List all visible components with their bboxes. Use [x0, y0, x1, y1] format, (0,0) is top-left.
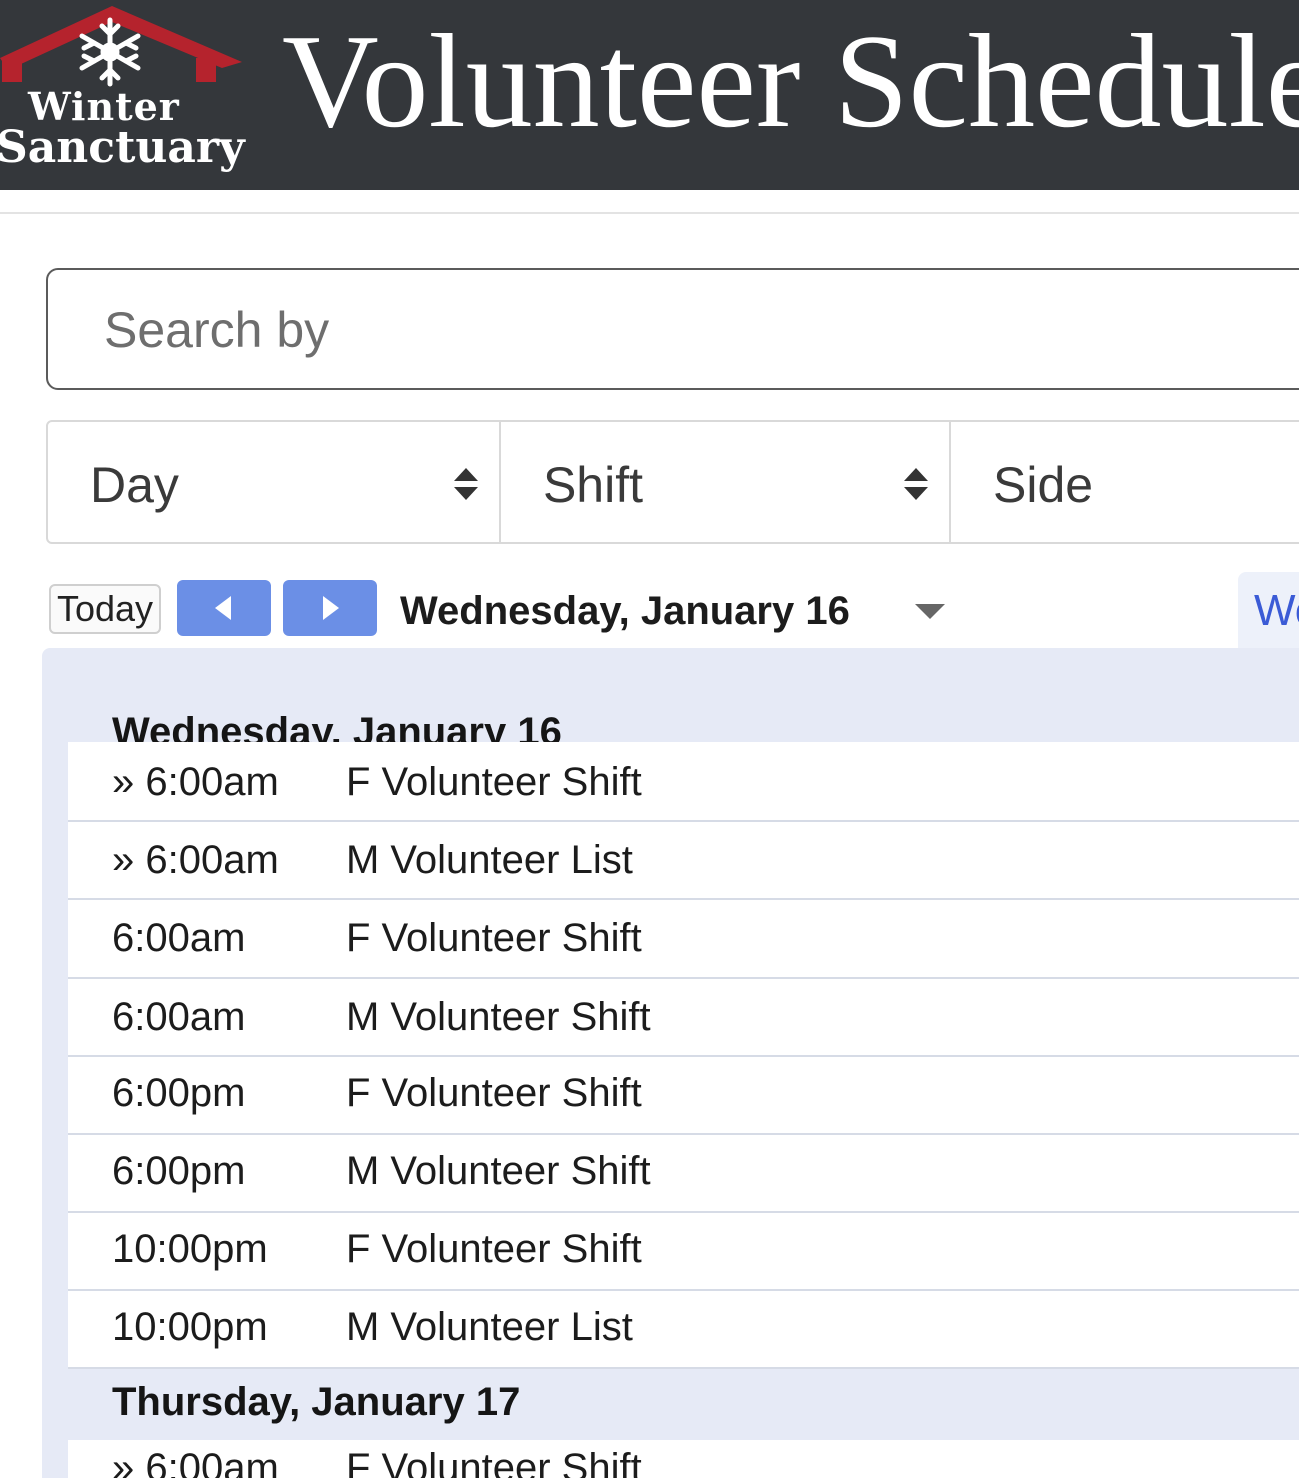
- sort-by-side[interactable]: Side: [951, 422, 1299, 542]
- event-row[interactable]: 6:00pm M Volunteer Shift: [68, 1135, 1299, 1213]
- event-time: 6:00pm: [112, 1149, 246, 1193]
- agenda-list: Wednesday, January 16 » 6:00am F Volunte…: [42, 648, 1299, 1478]
- event-row[interactable]: » 6:00am F Volunteer Shift: [68, 1440, 1299, 1478]
- previous-button[interactable]: [177, 580, 271, 636]
- event-time: » 6:00am: [112, 760, 279, 804]
- tab-week[interactable]: Week: [1238, 572, 1299, 656]
- tab-week-label: Week: [1254, 586, 1299, 635]
- sort-by-side-label: Side: [993, 457, 1094, 513]
- event-title: F Volunteer Shift: [346, 1227, 642, 1271]
- event-time: 10:00pm: [112, 1227, 268, 1271]
- logo-text-sanctuary: Sanctuary: [0, 122, 245, 173]
- event-title: M Volunteer List: [346, 838, 633, 882]
- page-title: Volunteer Schedule: [282, 7, 1299, 155]
- event-title: M Volunteer Shift: [346, 995, 651, 1039]
- event-title: F Volunteer Shift: [346, 916, 642, 960]
- event-title: F Volunteer Shift: [346, 760, 642, 804]
- event-time: 6:00pm: [112, 1071, 246, 1115]
- sort-by-day[interactable]: Day: [48, 422, 501, 542]
- caret-down-icon[interactable]: [914, 602, 946, 620]
- today-button[interactable]: Today: [49, 584, 161, 634]
- event-title: F Volunteer Shift: [346, 1071, 642, 1115]
- event-row[interactable]: 6:00am F Volunteer Shift: [68, 900, 1299, 979]
- event-row[interactable]: 6:00pm F Volunteer Shift: [68, 1057, 1299, 1135]
- chevron-right-icon: [323, 596, 339, 620]
- event-time: » 6:00am: [112, 838, 279, 882]
- search-field[interactable]: [46, 268, 1299, 390]
- app-header: Winter Sanctuary Volunteer Schedule: [0, 0, 1299, 190]
- sort-by-day-label: Day: [90, 457, 179, 513]
- sort-by-shift[interactable]: Shift: [501, 422, 952, 542]
- sort-arrows-icon: [454, 468, 478, 500]
- current-date-label[interactable]: Wednesday, January 16: [400, 584, 850, 638]
- winter-sanctuary-logo[interactable]: Winter Sanctuary: [0, 0, 250, 190]
- day-header: Wednesday, January 16: [68, 674, 1299, 754]
- day-header: Thursday, January 17: [68, 1344, 1299, 1424]
- event-time: 6:00am: [112, 995, 246, 1039]
- header-divider: [0, 212, 1299, 214]
- event-row[interactable]: 10:00pm F Volunteer Shift: [68, 1213, 1299, 1291]
- day-header-label: Thursday, January 17: [112, 1380, 521, 1424]
- event-title: M Volunteer Shift: [346, 1149, 651, 1193]
- event-row[interactable]: » 6:00am M Volunteer List: [68, 822, 1299, 900]
- sort-arrows-icon: [903, 468, 928, 500]
- chevron-left-icon: [215, 596, 231, 620]
- event-title: F Volunteer Shift: [346, 1446, 642, 1478]
- search-input[interactable]: [102, 294, 1206, 366]
- sort-by-shift-label: Shift: [542, 457, 644, 513]
- event-row[interactable]: » 6:00am F Volunteer Shift: [68, 742, 1299, 822]
- sort-bar: Day Shift Side: [46, 420, 1299, 544]
- event-time: » 6:00am: [112, 1446, 279, 1478]
- event-time: 6:00am: [112, 916, 246, 960]
- next-button[interactable]: [283, 580, 377, 636]
- event-row[interactable]: 6:00am M Volunteer Shift: [68, 979, 1299, 1057]
